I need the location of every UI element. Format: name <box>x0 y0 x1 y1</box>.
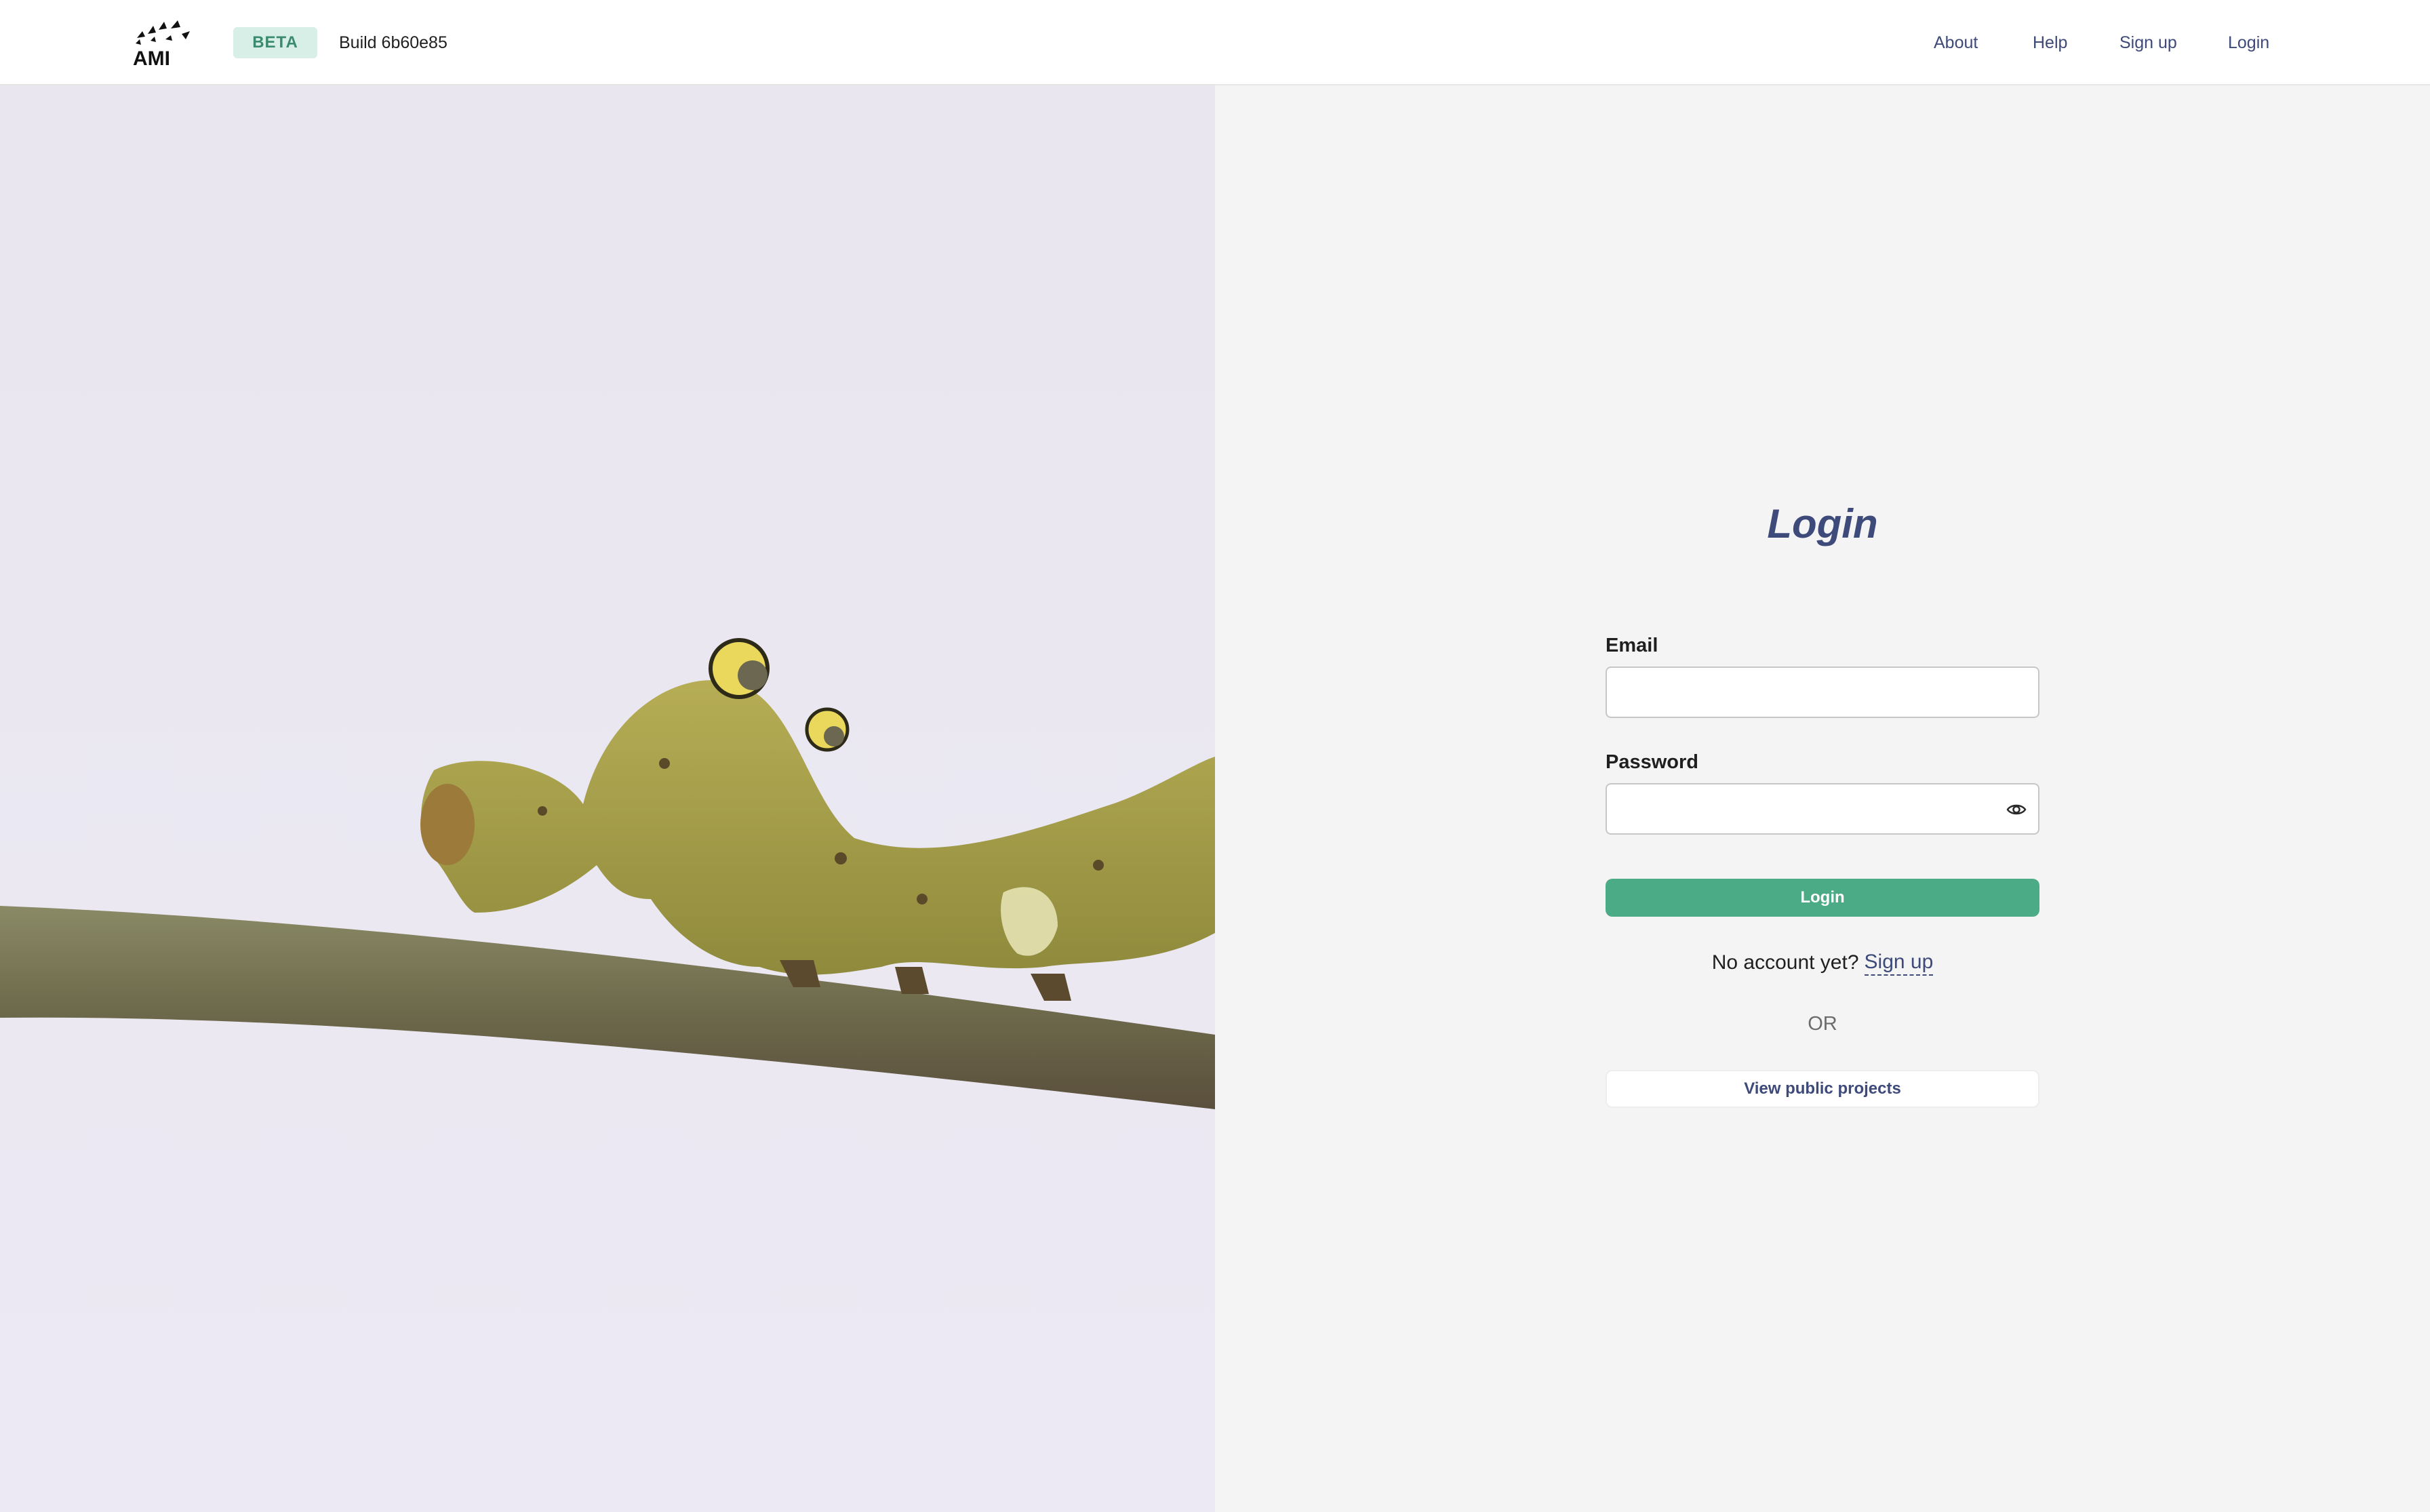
view-public-projects-button[interactable]: View public projects <box>1606 1070 2039 1108</box>
page-title: Login <box>1767 500 1878 546</box>
nav-login-link[interactable]: Login <box>2228 27 2269 58</box>
beta-badge: BETA <box>233 27 317 58</box>
top-bar: AMI BETA Build 6b60e85 About Help Sign u… <box>0 0 2430 85</box>
build-version: Build 6b60e85 <box>339 33 447 52</box>
password-field[interactable] <box>1607 784 2038 833</box>
email-label: Email <box>1606 635 1658 656</box>
no-account-text: No account yet? <box>1711 951 1859 974</box>
password-label: Password <box>1606 751 1698 773</box>
email-field-wrapper <box>1606 667 2039 718</box>
hero-image <box>0 85 1215 1512</box>
login-button[interactable]: Login <box>1606 879 2039 917</box>
ami-logo[interactable]: AMI <box>133 19 193 70</box>
signup-link[interactable]: Sign up <box>1864 950 1934 976</box>
password-field-wrapper <box>1606 783 2039 835</box>
nav-signup-link[interactable]: Sign up <box>2119 27 2177 58</box>
nav-about-link[interactable]: About <box>1934 27 1978 58</box>
email-field[interactable] <box>1607 668 2038 717</box>
or-divider: OR <box>1808 1012 1837 1035</box>
svg-text:AMI: AMI <box>133 47 170 66</box>
nav-help-link[interactable]: Help <box>2033 27 2067 58</box>
no-account-row: No account yet? Sign up <box>1606 947 2039 979</box>
eye-icon[interactable] <box>2006 799 2027 820</box>
